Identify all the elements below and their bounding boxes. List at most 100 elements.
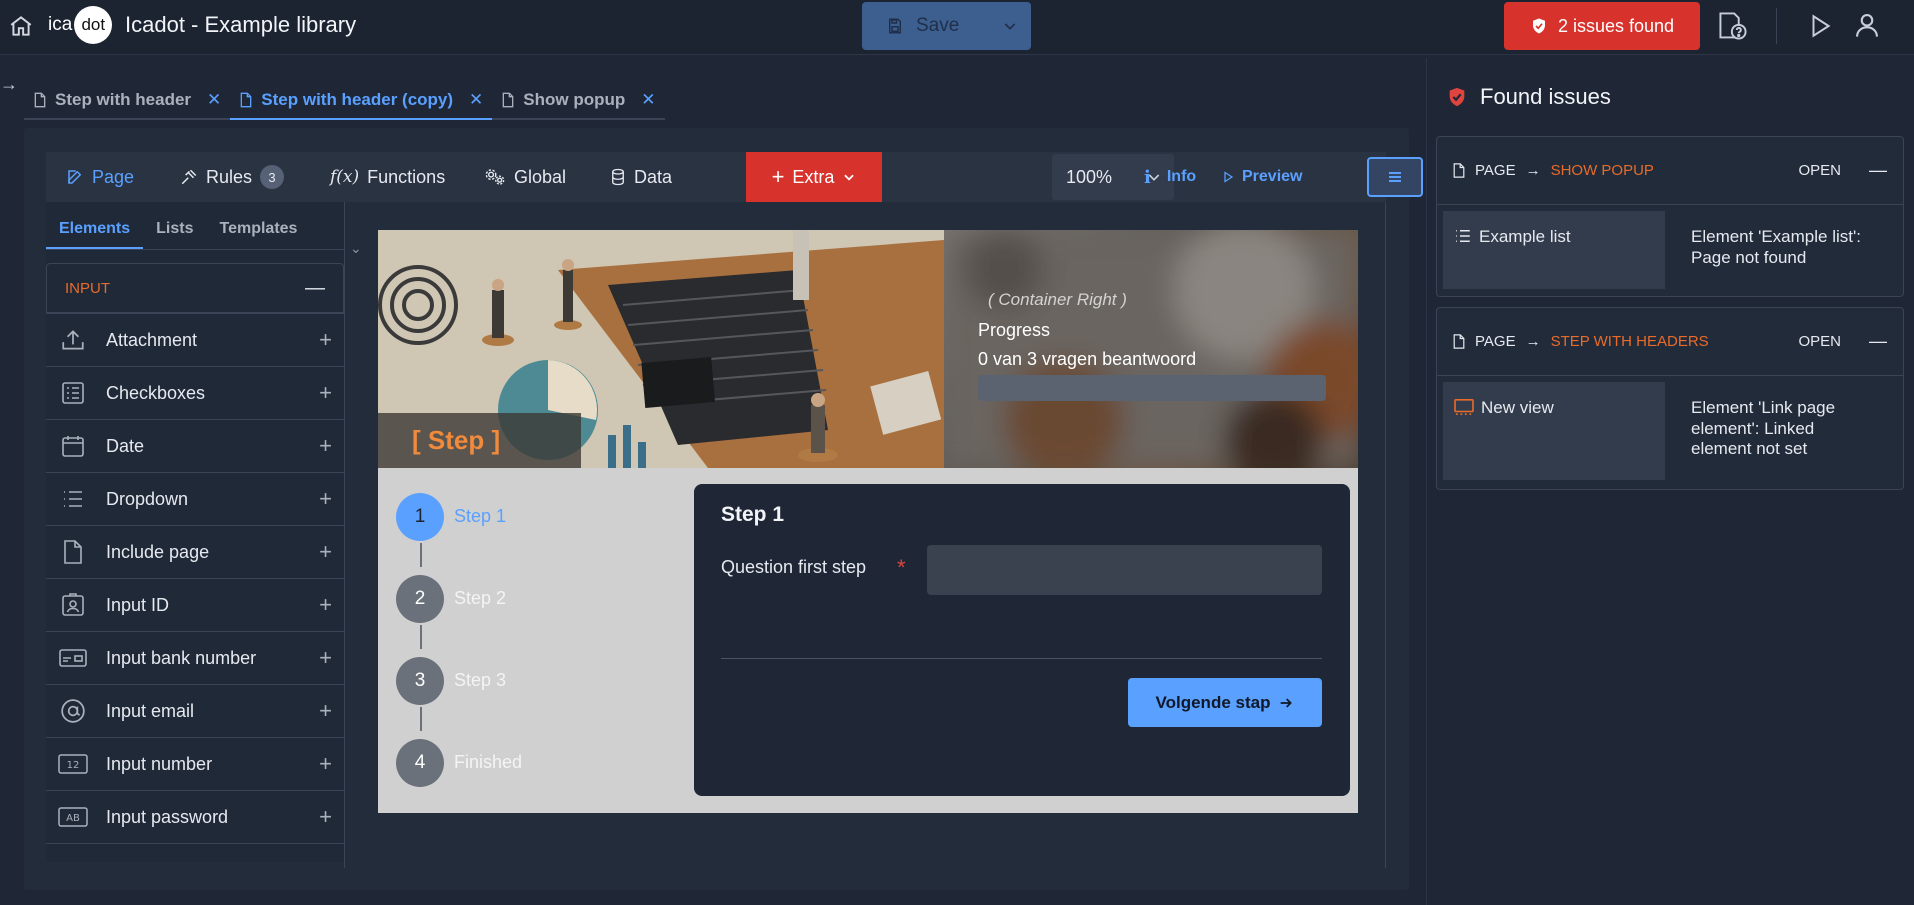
issue-header[interactable]: PAGE → STEP WITH HEADERS OPEN — [1437,308,1903,376]
add-icon[interactable]: + [319,592,332,618]
gavel-icon [181,169,197,185]
issue-target[interactable]: STEP WITH HEADERS [1551,333,1709,350]
element-checkboxes[interactable]: Checkboxes + [46,366,344,419]
function-icon: f(x) [330,167,360,187]
element-input-password[interactable]: AB Input password + [46,790,344,843]
toolbar-page-button[interactable]: Page [66,152,134,202]
question-input[interactable] [927,545,1322,595]
element-input-number[interactable]: 12 Input number + [46,737,344,790]
toolbar-extra-label: Extra [792,166,835,187]
issue-scope: PAGE [1475,162,1516,179]
add-icon[interactable]: + [319,539,332,565]
close-icon[interactable]: ✕ [469,90,483,110]
toolbar-divider [1776,8,1777,44]
step-label-4[interactable]: Finished [454,752,522,773]
add-icon[interactable]: + [319,327,332,353]
add-icon[interactable]: + [319,380,332,406]
svg-text:12: 12 [67,760,80,771]
panel-tab-elements[interactable]: Elements [46,215,144,249]
collapse-icon[interactable]: — [305,277,325,300]
home-icon[interactable] [8,13,34,39]
step-circle-4[interactable]: 4 [396,739,444,787]
step-label-2[interactable]: Step 2 [454,588,506,609]
element-include-page[interactable]: Include page + [46,525,344,578]
toolbar-preview-button[interactable]: Preview [1222,152,1302,202]
add-icon[interactable]: + [319,433,332,459]
toolbar-rules-button[interactable]: Rules 3 [180,152,285,202]
issue-header[interactable]: PAGE → SHOW POPUP OPEN — [1437,137,1903,205]
panel-tab-templates[interactable]: Templates [206,215,310,249]
play-icon[interactable] [1807,12,1833,40]
toolbar-preview-label: Preview [1242,168,1303,185]
issues-button[interactable]: 2 issues found [1504,2,1700,50]
issue-element-label: New view [1481,398,1554,417]
step-connector [420,543,422,567]
tab-step-with-header-copy[interactable]: Step with header (copy) ✕ [230,82,493,120]
step-label-box: [ Step ] [378,413,581,468]
toolbar-global-button[interactable]: Global [484,152,566,202]
next-step-button[interactable]: Volgende stap [1128,678,1322,727]
save-button[interactable]: Save [862,2,1031,50]
panel-tab-lists[interactable]: Lists [143,215,206,249]
element-attachment[interactable]: Attachment + [46,313,344,366]
element-label: Attachment [106,329,198,350]
tab-label: Step with header [55,90,192,109]
tab-step-with-header[interactable]: Step with header ✕ [24,82,231,120]
element-date[interactable]: Date + [46,419,344,472]
element-input-email[interactable]: Input email + [46,684,344,737]
view-icon [1454,398,1474,416]
menu-button[interactable] [1367,157,1423,197]
step-circle-2[interactable]: 2 [396,575,444,623]
close-icon[interactable]: ✕ [207,90,221,110]
element-input-bank-number[interactable]: Input bank number + [46,631,344,684]
toolbar-info-button[interactable]: i Info [1144,152,1196,202]
user-icon[interactable] [1853,10,1881,40]
step-label-3[interactable]: Step 3 [454,670,506,691]
issues-title-text: Found issues [1480,84,1611,109]
tab-show-popup[interactable]: Show popup ✕ [492,82,665,120]
add-icon[interactable]: + [319,698,332,724]
element-row-partial [46,843,344,862]
number-icon: 12 [58,750,88,778]
file-icon [1453,334,1465,349]
collapse-icon[interactable]: — [1869,331,1887,352]
toolbar-extra-button[interactable]: + Extra [746,152,882,202]
progress-bar [978,375,1326,401]
step-connector [420,707,422,731]
step-label-1[interactable]: Step 1 [454,506,506,527]
add-icon[interactable]: + [319,804,332,830]
issue-status: OPEN [1798,162,1841,179]
element-input-id[interactable]: Input ID + [46,578,344,631]
collapse-icon[interactable]: — [1869,160,1887,181]
form-card [694,484,1350,796]
issue-target[interactable]: SHOW POPUP [1551,162,1654,179]
tab-label: Show popup [523,90,626,109]
element-dropdown[interactable]: Dropdown + [46,472,344,525]
step-circle-3[interactable]: 3 [396,657,444,705]
tab-label: Step with header (copy) [261,90,454,109]
logo: ica dot [48,5,113,45]
input-section-header[interactable]: INPUT — [46,263,344,313]
calendar-icon [58,432,88,460]
add-icon[interactable]: + [319,751,332,777]
issue-element[interactable]: New view [1443,382,1665,480]
add-icon[interactable]: + [319,486,332,512]
info-icon: i [1144,166,1151,188]
element-label: Input email [106,700,195,721]
step-connector [420,625,422,649]
toolbar-functions-button[interactable]: f(x) Functions [330,152,445,202]
close-icon[interactable]: ✕ [641,90,655,110]
file-icon [34,92,46,108]
add-icon[interactable]: + [319,645,332,671]
app-title: Icadot - Example library [125,12,357,37]
element-label: Input bank number [106,647,257,668]
chevron-down-icon[interactable]: ⌄ [350,240,362,257]
checklist-icon [58,379,88,407]
issues-label: 2 issues found [1557,15,1675,36]
issue-element[interactable]: Example list [1443,211,1665,289]
document-help-icon[interactable] [1717,11,1749,41]
step-circle-1[interactable]: 1 [396,493,444,541]
toolbar-data-button[interactable]: Data [610,152,672,202]
expand-arrow-icon[interactable]: → [0,74,18,95]
save-options-toggle[interactable] [988,18,1031,34]
